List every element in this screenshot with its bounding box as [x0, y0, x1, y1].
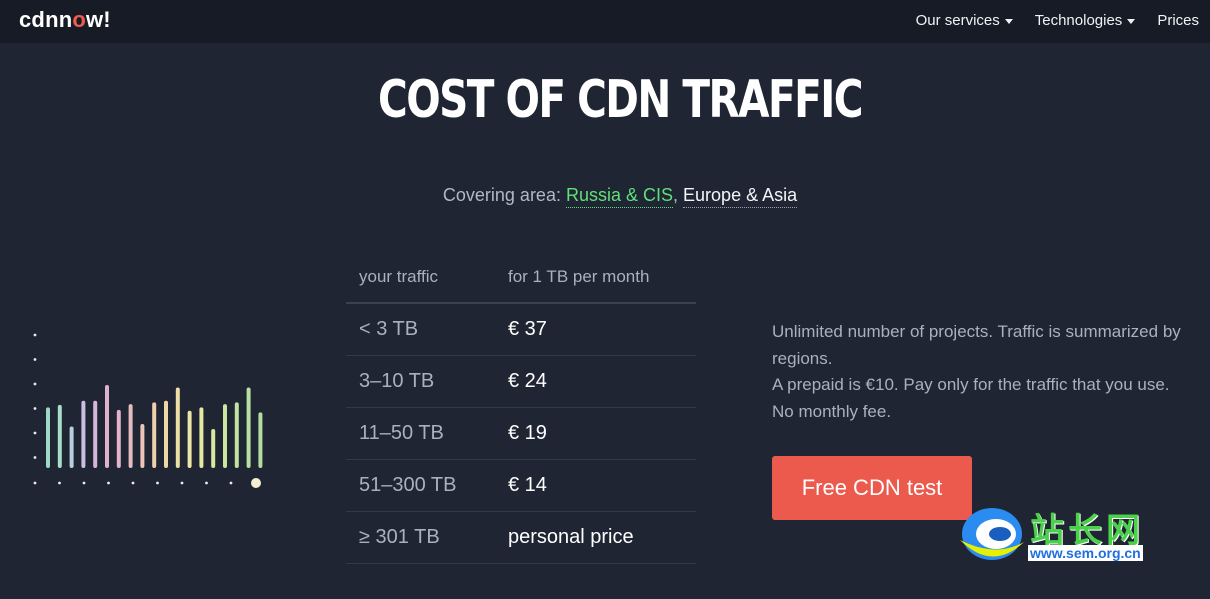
table-header-row: your traffic for 1 TB per month	[346, 252, 696, 304]
axis-dot	[33, 431, 37, 435]
table-row: ≥ 301 TB personal price	[346, 512, 696, 564]
axis-dot	[107, 481, 110, 485]
traffic-cell: 51–300 TB	[359, 474, 457, 496]
axis-dot	[33, 481, 37, 485]
traffic-cell: < 3 TB	[359, 318, 419, 340]
price-cell: € 37	[508, 318, 547, 340]
nav-label: Our services	[915, 12, 1000, 29]
price-cell: personal price	[508, 526, 634, 548]
axis-dot	[33, 382, 37, 386]
axis-dot	[33, 358, 37, 361]
top-navbar: cdnnow! Our services Technologies Prices	[0, 0, 1210, 43]
traffic-cell: 3–10 TB	[359, 370, 435, 392]
axis-dot	[156, 481, 159, 485]
axis-dot	[180, 481, 184, 485]
decor-bar	[57, 404, 62, 468]
table-row: 51–300 TB € 14	[346, 460, 696, 512]
price-table: your traffic for 1 TB per month < 3 TB €…	[346, 252, 696, 564]
price-cell: € 24	[508, 370, 547, 392]
free-cdn-test-button[interactable]: Free CDN test	[772, 456, 972, 520]
axis-dot	[82, 481, 86, 485]
price-cell: € 14	[508, 474, 547, 496]
axis-dot	[58, 481, 61, 485]
axis-end-dot	[251, 478, 261, 488]
header-price-per-tb: for 1 TB per month	[508, 267, 650, 286]
decor-bar	[46, 407, 50, 468]
nav-our-services[interactable]: Our services	[916, 12, 1013, 29]
decorative-bar-chart	[33, 333, 263, 488]
chevron-down-icon	[1004, 19, 1013, 24]
region-europe-asia[interactable]: Europe & Asia	[683, 185, 798, 208]
table-row: 3–10 TB € 24	[346, 356, 696, 408]
pricing-description: Unlimited number of projects. Traffic is…	[772, 319, 1192, 425]
table-row: < 3 TB € 37	[346, 304, 696, 356]
decor-bar	[128, 404, 133, 468]
axis-dot	[33, 456, 37, 459]
traffic-cell: ≥ 301 TB	[359, 526, 440, 548]
axis-dot	[33, 407, 37, 410]
main-nav: Our services Technologies Prices	[916, 12, 1199, 29]
price-cell: € 19	[508, 422, 547, 444]
covering-label: Covering area:	[442, 185, 566, 205]
decor-bar	[223, 404, 227, 468]
region-separator: ,	[673, 185, 684, 205]
watermark-url: www.sem.org.cn	[1028, 545, 1143, 561]
header-your-traffic: your traffic	[359, 267, 439, 286]
decor-bar	[258, 412, 263, 468]
region-russia-cis[interactable]: Russia & CIS	[565, 185, 674, 208]
decor-bar	[81, 400, 86, 468]
nav-label: Prices	[1157, 12, 1199, 29]
description-line-prepaid: A prepaid is €10. Pay only for the traff…	[772, 375, 1170, 421]
decor-bar	[116, 409, 121, 468]
covering-area: Covering area: Russia & CIS, Europe & As…	[0, 185, 1210, 208]
decor-bar	[199, 407, 204, 468]
decor-bar	[152, 402, 157, 468]
axis-dot	[205, 481, 208, 485]
decor-bar	[175, 387, 180, 468]
description-line-projects: Unlimited number of projects. Traffic is…	[772, 322, 1181, 368]
decor-bar	[246, 387, 251, 468]
nav-technologies[interactable]: Technologies	[1035, 12, 1136, 29]
traffic-cell: 11–50 TB	[359, 422, 444, 444]
axis-dot	[229, 481, 233, 485]
decor-bar	[234, 402, 239, 468]
decor-bar	[164, 400, 168, 468]
decor-bar	[211, 428, 216, 468]
page-title: COST OF CDN TRAFFIC	[378, 70, 864, 130]
table-row: 11–50 TB € 19	[346, 408, 696, 460]
decor-bar	[187, 410, 192, 468]
decor-bar	[105, 385, 109, 468]
axis-dot	[131, 481, 135, 485]
cdnnow-logo[interactable]: cdnnow!	[19, 7, 111, 33]
decor-bar	[140, 424, 145, 468]
nav-prices[interactable]: Prices	[1157, 12, 1199, 29]
nav-label: Technologies	[1034, 12, 1123, 29]
axis-dot	[33, 333, 37, 337]
decor-bar	[93, 400, 98, 468]
chevron-down-icon	[1127, 19, 1136, 24]
decor-bar	[69, 426, 74, 468]
